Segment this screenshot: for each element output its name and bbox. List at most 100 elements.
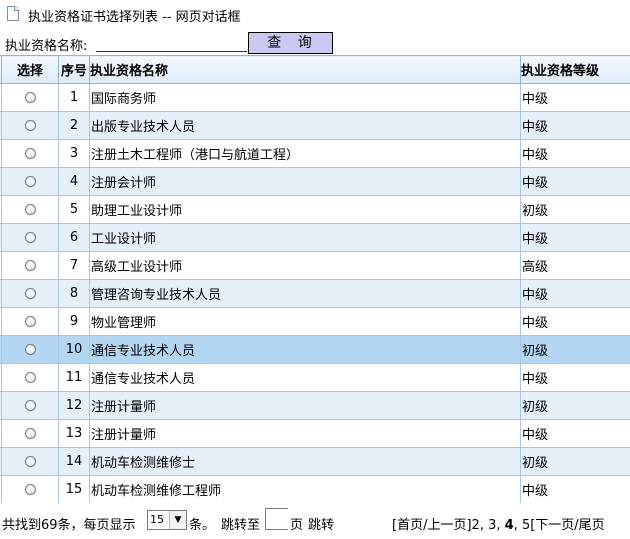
table-body: 1 国际商务师 中级 2 出版专业技术人员 中级 3 注册土木工程师（港口与航道工程） 中级 4 注… <box>0 83 630 503</box>
qualification-level-cell: 初级 <box>520 335 630 364</box>
select-cell <box>1 335 59 364</box>
select-cell <box>1 167 59 196</box>
row-select-radio[interactable] <box>24 484 36 495</box>
row-select-radio[interactable] <box>24 400 36 411</box>
row-select-radio[interactable] <box>24 176 36 187</box>
page-navigation: [首页/上一页]2, 3, 4, 5[下一页/尾页 <box>392 518 605 533</box>
row-select-radio[interactable] <box>24 204 36 215</box>
row-number: 8 <box>58 279 90 308</box>
row-select-radio[interactable] <box>24 92 36 103</box>
row-number: 3 <box>58 139 90 168</box>
table-row[interactable]: 8 管理咨询专业技术人员 中级 <box>0 279 630 308</box>
table-row[interactable]: 1 国际商务师 中级 <box>0 83 630 112</box>
row-number: 12 <box>58 391 90 420</box>
select-cell <box>1 279 59 308</box>
page-link[interactable]: 5 <box>522 518 530 533</box>
row-select-radio[interactable] <box>24 148 36 159</box>
select-cell <box>1 363 59 392</box>
qualification-level-cell: 中级 <box>520 223 630 252</box>
row-select-radio[interactable] <box>24 456 36 467</box>
page-size-value: 15 <box>150 513 164 526</box>
row-number: 9 <box>58 307 90 336</box>
qualification-level-cell: 中级 <box>520 419 630 448</box>
row-number: 7 <box>58 251 90 280</box>
row-select-radio[interactable] <box>24 428 36 439</box>
row-select-radio[interactable] <box>24 288 36 299</box>
table-row[interactable]: 14 机动车检测维修士 初级 <box>0 447 630 476</box>
qualification-level-cell: 初级 <box>520 195 630 224</box>
qualification-level-cell: 高级 <box>520 251 630 280</box>
select-cell <box>1 447 59 476</box>
qualification-level-cell: 初级 <box>520 447 630 476</box>
qualification-name-cell: 机动车检测维修工程师 <box>89 475 521 503</box>
table-row[interactable]: 2 出版专业技术人员 中级 <box>0 111 630 140</box>
next-last-link[interactable]: [下一页/尾页 <box>530 518 604 533</box>
row-number: 15 <box>58 475 90 503</box>
qualification-name-input[interactable] <box>96 33 247 52</box>
select-cell <box>1 83 59 112</box>
select-cell <box>1 307 59 336</box>
qualification-level-cell: 中级 <box>520 363 630 392</box>
dialog-titlebar: 执业资格证书选择列表 -- 网页对话框 <box>0 0 630 28</box>
qualification-level-cell: 中级 <box>520 167 630 196</box>
qualification-name-cell: 注册会计师 <box>89 167 521 196</box>
qualification-level-cell: 中级 <box>520 279 630 308</box>
row-select-radio[interactable] <box>24 372 36 383</box>
qualification-level-cell: 中级 <box>520 139 630 168</box>
search-button[interactable]: 查 询 <box>248 32 333 54</box>
table-row[interactable]: 6 工业设计师 中级 <box>0 223 630 252</box>
row-select-radio[interactable] <box>24 344 36 355</box>
row-number: 11 <box>58 363 90 392</box>
page-link[interactable]: 2 <box>472 518 480 533</box>
row-number: 2 <box>58 111 90 140</box>
select-cell <box>1 391 59 420</box>
table-row[interactable]: 4 注册会计师 中级 <box>0 167 630 196</box>
row-select-radio[interactable] <box>24 316 36 327</box>
qualification-grid: 选择 序号 执业资格名称 执业资格等级 1 国际商务师 中级 2 出版专业技术人员 中级 3… <box>0 55 630 503</box>
qualification-name-cell: 高级工业设计师 <box>89 251 521 280</box>
select-cell <box>1 195 59 224</box>
table-row[interactable]: 12 注册计量师 初级 <box>0 391 630 420</box>
document-icon <box>7 6 19 21</box>
dialog-title: 执业资格证书选择列表 -- 网页对话框 <box>28 10 241 25</box>
row-select-radio[interactable] <box>24 120 36 131</box>
row-select-radio[interactable] <box>24 260 36 271</box>
qualification-level-cell: 中级 <box>520 307 630 336</box>
qualification-name-cell: 通信专业技术人员 <box>89 335 521 364</box>
row-select-radio[interactable] <box>24 232 36 243</box>
pagination-bar: 共找到69条，每页显示 15 ▼ 条。 跳转至 页 跳转 [首页/上一页]2, … <box>0 508 630 536</box>
qualification-level-cell: 中级 <box>520 83 630 112</box>
jump-go-link[interactable]: 跳转 <box>308 514 334 533</box>
per-page-unit: 条。 <box>189 518 216 533</box>
table-row[interactable]: 5 助理工业设计师 初级 <box>0 195 630 224</box>
table-row[interactable]: 9 物业管理师 中级 <box>0 307 630 336</box>
page-size-select[interactable]: 15 ▼ <box>147 510 187 530</box>
qualification-level-cell: 中级 <box>520 111 630 140</box>
select-cell <box>1 251 59 280</box>
select-cell <box>1 475 59 503</box>
page-link[interactable]: 3 <box>488 518 496 533</box>
table-row[interactable]: 7 高级工业设计师 高级 <box>0 251 630 280</box>
table-header-row: 选择 序号 执业资格名称 执业资格等级 <box>0 55 630 84</box>
qualification-name-cell: 出版专业技术人员 <box>89 111 521 140</box>
level-column-header[interactable]: 执业资格等级 <box>520 55 630 84</box>
qualification-table: 选择 序号 执业资格名称 执业资格等级 1 国际商务师 中级 2 出版专业技术人员 中级 3… <box>0 55 630 503</box>
table-row[interactable]: 10 通信专业技术人员 初级 <box>0 335 630 364</box>
result-count-text: 共找到69条，每页显示 <box>2 518 136 533</box>
table-row[interactable]: 11 通信专业技术人员 中级 <box>0 363 630 392</box>
qualification-level-cell: 中级 <box>520 475 630 503</box>
row-number: 10 <box>58 335 90 364</box>
table-row[interactable]: 13 注册计量师 中级 <box>0 419 630 448</box>
qualification-name-cell: 助理工业设计师 <box>89 195 521 224</box>
row-number: 14 <box>58 447 90 476</box>
row-number: 13 <box>58 419 90 448</box>
select-column-header: 选择 <box>1 55 59 84</box>
name-column-header[interactable]: 执业资格名称 <box>89 55 521 84</box>
table-row[interactable]: 15 机动车检测维修工程师 中级 <box>0 475 630 503</box>
jump-to-label: 跳转至 <box>221 518 261 533</box>
chevron-down-icon[interactable]: ▼ <box>169 511 186 529</box>
jump-page-input[interactable] <box>265 508 288 530</box>
table-row[interactable]: 3 注册土木工程师（港口与航道工程） 中级 <box>0 139 630 168</box>
qualification-name-cell: 物业管理师 <box>89 307 521 336</box>
first-prev-link[interactable]: [首页/上一页] <box>392 518 472 533</box>
